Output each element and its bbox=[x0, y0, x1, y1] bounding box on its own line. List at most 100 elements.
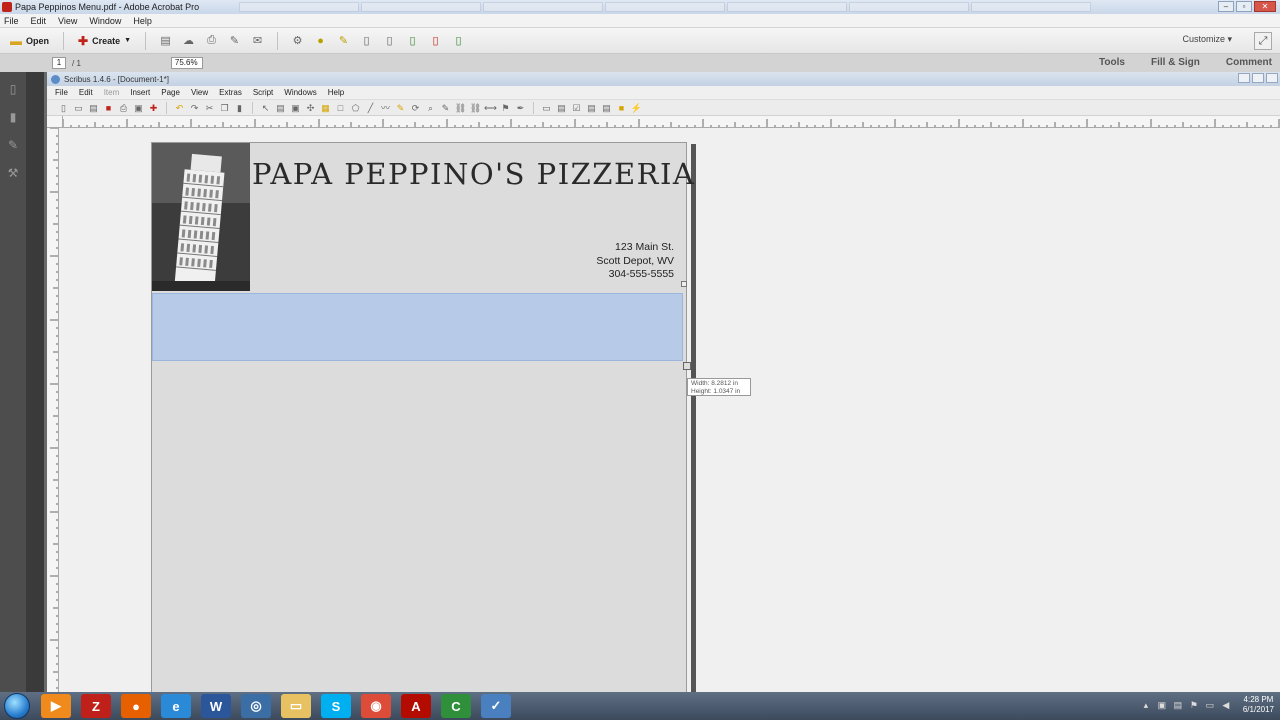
pdf-button-icon[interactable]: ▭ bbox=[540, 102, 553, 114]
minimize-button[interactable]: – bbox=[1218, 1, 1234, 12]
minimize-button[interactable] bbox=[1238, 73, 1250, 83]
word-icon[interactable]: W bbox=[201, 694, 231, 718]
tab-tools[interactable]: Tools bbox=[1099, 57, 1125, 68]
open-icon[interactable]: ▭ bbox=[72, 102, 85, 114]
edit-icon[interactable]: ✎ bbox=[227, 33, 242, 48]
rotate-icon[interactable]: ⟳ bbox=[409, 102, 422, 114]
menu-window[interactable]: Window bbox=[89, 16, 121, 26]
eyedropper-icon[interactable]: ✒ bbox=[514, 102, 527, 114]
leaning-tower-image[interactable] bbox=[152, 143, 250, 291]
menu-file[interactable]: File bbox=[55, 88, 68, 97]
network-icon[interactable]: ▤ bbox=[1173, 700, 1183, 710]
save-icon[interactable]: ▤ bbox=[158, 33, 173, 48]
scribus-icon[interactable]: ◎ bbox=[241, 694, 271, 718]
menu-page[interactable]: Page bbox=[161, 88, 180, 97]
table-icon[interactable]: ▦ bbox=[319, 102, 332, 114]
menu-edit[interactable]: Edit bbox=[79, 88, 93, 97]
zoom-icon[interactable]: ⌕ bbox=[424, 102, 437, 114]
export-pdf-icon[interactable]: ✚ bbox=[147, 102, 160, 114]
render-frame-icon[interactable]: ✣ bbox=[304, 102, 317, 114]
close-button[interactable] bbox=[1266, 73, 1278, 83]
comment-icon[interactable]: ● bbox=[313, 33, 328, 48]
frame-handle[interactable] bbox=[681, 281, 687, 287]
customize-menu[interactable]: Customize ▾ bbox=[1182, 34, 1232, 45]
line-icon[interactable]: ╱ bbox=[364, 102, 377, 114]
document-icon[interactable]: ▯ bbox=[382, 33, 397, 48]
settings-icon[interactable]: ⚙ bbox=[290, 33, 305, 48]
signatures-icon[interactable]: ✎ bbox=[6, 138, 20, 154]
new-doc-icon[interactable]: ▯ bbox=[57, 102, 70, 114]
undo-icon[interactable]: ↶ bbox=[173, 102, 186, 114]
tab-fill-sign[interactable]: Fill & Sign bbox=[1151, 57, 1200, 68]
address-block[interactable]: 123 Main St. Scott Depot, WV 304-555-555… bbox=[596, 241, 674, 282]
notification-icon[interactable]: ▣ bbox=[1157, 700, 1167, 710]
display-icon[interactable]: ▭ bbox=[1205, 700, 1215, 710]
open-button[interactable]: ▬ Open bbox=[4, 31, 55, 51]
menu-insert[interactable]: Insert bbox=[130, 88, 150, 97]
stamp-icon[interactable]: ▯ bbox=[359, 33, 374, 48]
menu-script[interactable]: Script bbox=[253, 88, 273, 97]
background-tab[interactable] bbox=[849, 2, 970, 12]
document-canvas[interactable]: PAPA PEPPINO'S PIZZERIA 123 Main St. Sco… bbox=[63, 128, 1280, 692]
menu-item[interactable]: Item bbox=[104, 88, 120, 97]
pdf-annotation-icon[interactable]: ■ bbox=[615, 102, 628, 114]
pages-icon[interactable]: ▯ bbox=[6, 82, 20, 98]
show-hidden-icons-icon[interactable]: ▴ bbox=[1141, 700, 1151, 710]
email-icon[interactable]: ✉ bbox=[250, 33, 265, 48]
volume-icon[interactable]: ◀ bbox=[1221, 700, 1231, 710]
paste-icon[interactable]: ▮ bbox=[233, 102, 246, 114]
page-number-input[interactable]: 1 bbox=[52, 57, 66, 69]
bookmarks-icon[interactable]: ▮ bbox=[6, 110, 20, 126]
camtasia-icon[interactable]: C bbox=[441, 694, 471, 718]
image-frame-icon[interactable]: ▣ bbox=[289, 102, 302, 114]
edit-contents-icon[interactable]: ✎ bbox=[439, 102, 452, 114]
background-tab[interactable] bbox=[971, 2, 1092, 12]
print-icon[interactable]: ⎙ bbox=[117, 102, 130, 114]
tab-comment[interactable]: Comment bbox=[1226, 57, 1272, 68]
close-button[interactable]: ✕ bbox=[1254, 1, 1276, 12]
expand-icon[interactable]: ⤢ bbox=[1254, 32, 1272, 50]
link-frames-icon[interactable]: ⛓ bbox=[454, 102, 467, 114]
unlink-frames-icon[interactable]: ⛓ bbox=[469, 102, 482, 114]
clock[interactable]: 4:28 PM 6/1/2017 bbox=[1243, 695, 1274, 715]
background-tab[interactable] bbox=[605, 2, 726, 12]
acrobat-icon[interactable]: A bbox=[401, 694, 431, 718]
skype-icon[interactable]: S bbox=[321, 694, 351, 718]
close-doc-icon[interactable]: ■ bbox=[102, 102, 115, 114]
media-player-icon[interactable]: ▶ bbox=[41, 694, 71, 718]
text-frame-icon[interactable]: ▤ bbox=[274, 102, 287, 114]
menu-help[interactable]: Help bbox=[133, 16, 152, 26]
shape-icon[interactable]: □ bbox=[334, 102, 347, 114]
pdf-listbox-icon[interactable]: ▤ bbox=[600, 102, 613, 114]
copy-properties-icon[interactable]: ⚑ bbox=[499, 102, 512, 114]
menu-edit[interactable]: Edit bbox=[31, 16, 47, 26]
redo-icon[interactable]: ↷ bbox=[188, 102, 201, 114]
pdf-checkbox-icon[interactable]: ☑ bbox=[570, 102, 583, 114]
document-page[interactable]: PAPA PEPPINO'S PIZZERIA 123 Main St. Sco… bbox=[151, 142, 694, 692]
freehand-icon[interactable]: ✎ bbox=[394, 102, 407, 114]
save-icon[interactable]: ▤ bbox=[87, 102, 100, 114]
app-icon[interactable]: ✓ bbox=[481, 694, 511, 718]
cut-icon[interactable]: ✂ bbox=[203, 102, 216, 114]
export-icon[interactable]: ▯ bbox=[405, 33, 420, 48]
internet-explorer-icon[interactable]: e bbox=[161, 694, 191, 718]
attachments-icon[interactable]: ⚒ bbox=[6, 166, 20, 182]
menu-view[interactable]: View bbox=[191, 88, 208, 97]
menu-extras[interactable]: Extras bbox=[219, 88, 242, 97]
start-button[interactable] bbox=[4, 693, 30, 719]
firefox-icon[interactable]: ● bbox=[121, 694, 151, 718]
menu-view[interactable]: View bbox=[58, 16, 77, 26]
menu-file[interactable]: File bbox=[4, 16, 19, 26]
background-tab[interactable] bbox=[361, 2, 482, 12]
bezier-icon[interactable]: 〰 bbox=[379, 102, 392, 114]
print-icon[interactable]: ⎙ bbox=[204, 33, 219, 48]
file-explorer-icon[interactable]: ▭ bbox=[281, 694, 311, 718]
highlight-icon[interactable]: ✎ bbox=[336, 33, 351, 48]
polygon-icon[interactable]: ⬠ bbox=[349, 102, 362, 114]
menu-windows[interactable]: Windows bbox=[284, 88, 316, 97]
maximize-button[interactable]: ▫ bbox=[1236, 1, 1252, 12]
cloud-upload-icon[interactable]: ☁ bbox=[181, 33, 196, 48]
pdf-link-icon[interactable]: ⚡ bbox=[630, 102, 643, 114]
menu-help[interactable]: Help bbox=[328, 88, 344, 97]
selected-frame[interactable] bbox=[152, 293, 683, 361]
